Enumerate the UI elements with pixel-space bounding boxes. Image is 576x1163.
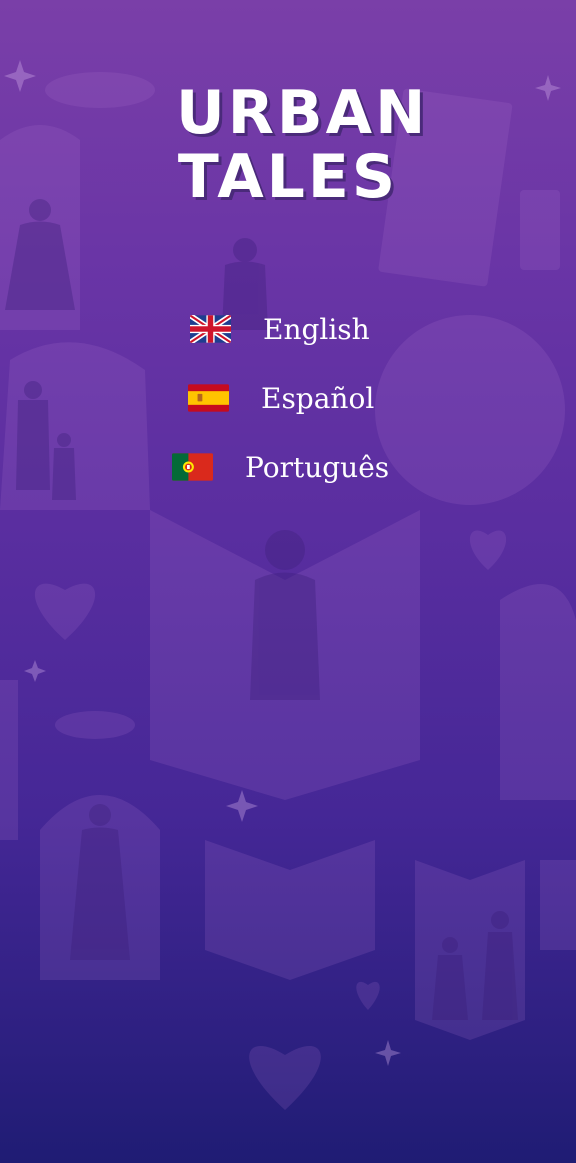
language-option-english[interactable]: English xyxy=(190,305,370,353)
uk-flag-icon xyxy=(190,315,231,343)
portugal-flag-icon xyxy=(172,453,213,481)
language-option-portugues[interactable]: Português xyxy=(172,443,389,491)
spain-flag-icon xyxy=(188,384,229,412)
logo-text-tales: TALES xyxy=(177,142,399,212)
language-option-espanol[interactable]: Español xyxy=(188,374,374,422)
logo-text-urban: URBAN xyxy=(176,78,429,148)
language-label-portugues: Português xyxy=(245,450,390,484)
language-label-espanol: Español xyxy=(261,381,375,415)
language-label-english: English xyxy=(263,312,370,346)
urban-tales-logo: URBAN TALES xyxy=(176,78,429,212)
